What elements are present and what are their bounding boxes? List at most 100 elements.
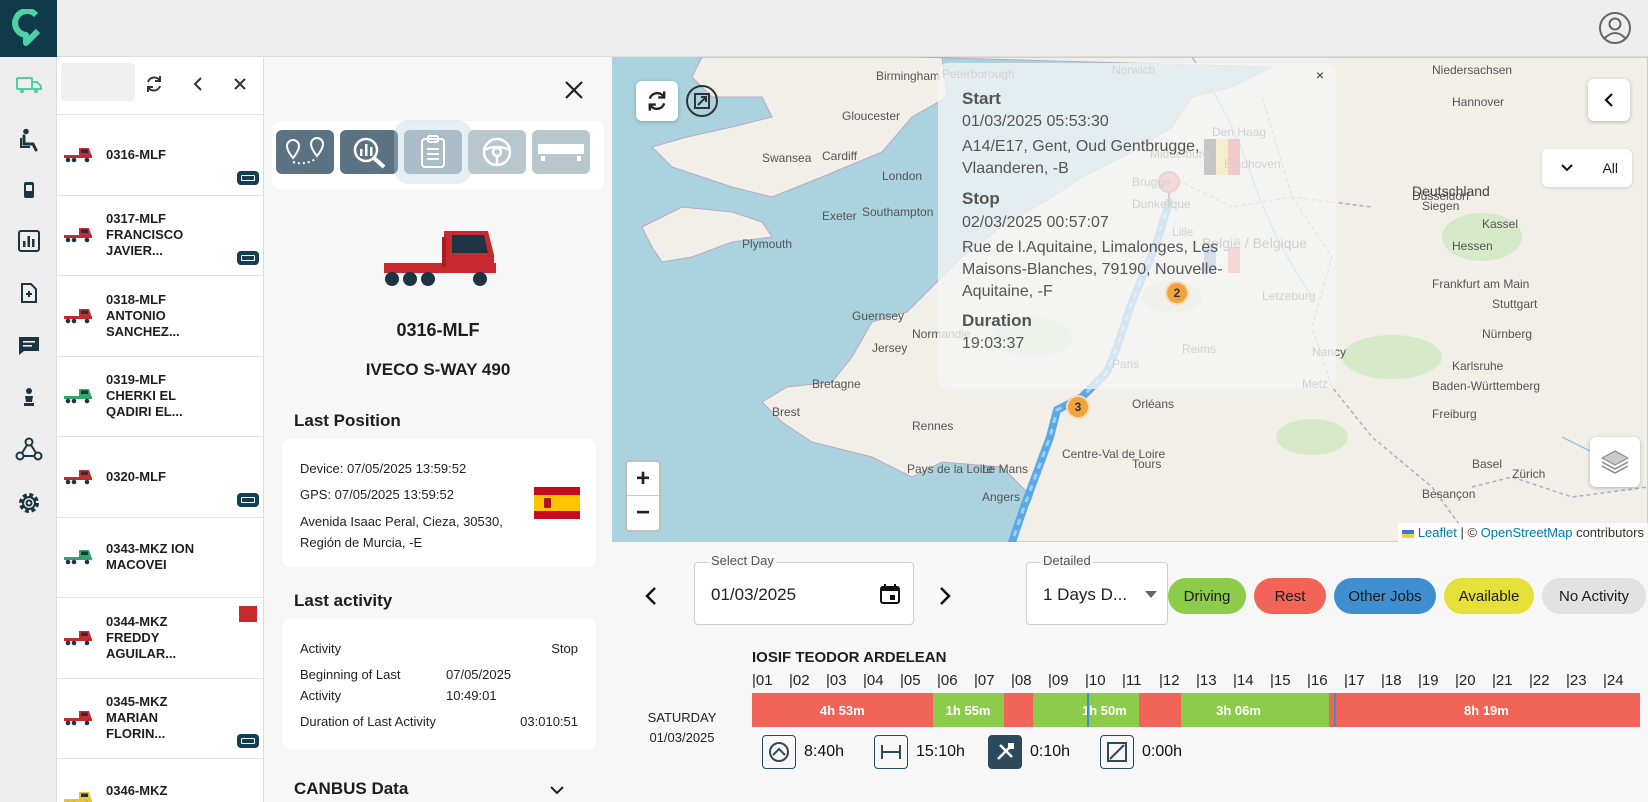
- nav-vehicles[interactable]: [0, 65, 57, 105]
- osm-link[interactable]: OpenStreetMap: [1481, 525, 1573, 540]
- vehicle-row[interactable]: 0318-MLF ANTONIO SANCHEZ...: [57, 276, 263, 357]
- close-list-button[interactable]: [227, 71, 253, 97]
- map-place-label: Guernsey: [852, 309, 905, 323]
- truck-icon: [64, 469, 92, 485]
- vehicle-search-input[interactable]: [61, 63, 135, 101]
- activity-segment[interactable]: 3h 06m: [1181, 693, 1296, 727]
- ukraine-flag-icon: [1402, 529, 1415, 538]
- map-place-label: Jersey: [872, 341, 908, 355]
- duration-value: 19:03:37: [962, 335, 1025, 352]
- vehicle-row[interactable]: 0317-MLF FRANCISCO JAVIER...: [57, 196, 263, 276]
- summary-available: 0:00h: [1100, 735, 1182, 769]
- map-panel-toggle-button[interactable]: [1588, 79, 1630, 121]
- hour-tick-label: |08: [1011, 672, 1032, 689]
- map-attribution: Leaflet | © OpenStreetMap contributors: [1398, 523, 1648, 542]
- vehicle-row[interactable]: 0316-MLF: [57, 115, 263, 196]
- legend-rest-chip[interactable]: Rest: [1254, 578, 1326, 614]
- map-view[interactable]: BirminghamPeterboroughNorwichGloucesterC…: [612, 57, 1648, 542]
- route-marker-2[interactable]: 2: [1165, 281, 1189, 305]
- vehicle-row[interactable]: 0344-MKZ FREDDY AGUILAR...: [57, 598, 263, 679]
- activity-segment[interactable]: 4h 53m: [752, 693, 933, 727]
- day-date: 01/03/2025: [649, 730, 715, 745]
- detailed-select[interactable]: Detailed 1 Days D...: [1026, 553, 1168, 625]
- truck-icon: [64, 308, 92, 324]
- nav-messages[interactable]: [0, 326, 57, 366]
- route-marker-3[interactable]: 3: [1066, 395, 1090, 419]
- app-logo[interactable]: [0, 0, 57, 57]
- vehicle-label: 0318-MLF ANTONIO SANCHEZ...: [106, 291, 180, 339]
- legend-no-activity-chip[interactable]: No Activity: [1542, 578, 1646, 614]
- zoom-in-button[interactable]: +: [627, 462, 659, 496]
- map-place-label: Hessen: [1452, 239, 1493, 253]
- legend-driving-chip[interactable]: Driving: [1168, 578, 1246, 614]
- layers-button[interactable]: [1590, 437, 1640, 487]
- zoom-out-button[interactable]: −: [627, 496, 659, 530]
- vehicle-row[interactable]: 0345-MKZ MARIAN FLORIN...: [57, 679, 263, 759]
- vehicle-row[interactable]: 0319-MLF CHERKI EL QADIRI EL...: [57, 357, 263, 437]
- stop-title: Stop: [962, 189, 1000, 208]
- legend-available-chip[interactable]: Available: [1444, 578, 1534, 614]
- vehicle-row[interactable]: 0320-MLF: [57, 437, 263, 518]
- select-day-field[interactable]: Select Day 01/03/2025: [694, 553, 914, 625]
- calendar-icon[interactable]: [879, 583, 901, 605]
- popup-close-button[interactable]: ×: [1316, 67, 1324, 83]
- nav-settings[interactable]: [0, 483, 57, 523]
- stop-address: Rue de l.Aquitaine, Limalonges, Les Mais…: [962, 239, 1223, 300]
- nav-network[interactable]: [0, 429, 57, 469]
- driving-tool-button[interactable]: [468, 130, 526, 174]
- activity-segment[interactable]: 1h 55m: [932, 693, 1004, 727]
- map-filter-value: All: [1602, 160, 1618, 176]
- analysis-tool-button[interactable]: [340, 130, 398, 174]
- vehicle-label: 0320-MLF: [106, 468, 166, 484]
- truck-icon: [64, 630, 92, 646]
- hour-tick-label: |10: [1085, 672, 1106, 689]
- vehicle-row[interactable]: 0343-MKZ ION MACOVEI: [57, 518, 263, 598]
- activity-segment[interactable]: [1138, 693, 1182, 727]
- day-name: SATURDAY: [647, 710, 717, 725]
- collapse-list-button[interactable]: [185, 71, 211, 97]
- nav-devices[interactable]: [0, 170, 57, 210]
- previous-day-button[interactable]: [640, 584, 664, 608]
- start-address: A14/E17, Gent, Oud Gentbrugge, Vlaandere…: [962, 138, 1200, 177]
- hour-tick-label: |18: [1381, 672, 1402, 689]
- user-account-icon[interactable]: [1598, 11, 1632, 45]
- nav-drivers[interactable]: [0, 120, 57, 160]
- legend-other-jobs-chip[interactable]: Other Jobs: [1334, 578, 1436, 614]
- hour-tick-label: |19: [1418, 672, 1439, 689]
- map-filter-select[interactable]: All: [1542, 149, 1632, 187]
- map-fit-button[interactable]: [684, 83, 720, 119]
- activity-segment[interactable]: 1h 50m: [1070, 693, 1139, 727]
- map-place-label: Basel: [1472, 457, 1503, 471]
- map-place-label: Pays de la Loire: [907, 462, 994, 476]
- activity-segment[interactable]: 8h 19m: [1332, 693, 1640, 727]
- nav-documents[interactable]: [0, 273, 57, 313]
- logbook-tool-button[interactable]: [404, 130, 462, 174]
- close-detail-icon[interactable]: [563, 79, 585, 101]
- refresh-list-button[interactable]: [141, 71, 167, 97]
- activity-segment[interactable]: [1295, 693, 1330, 727]
- nav-operator[interactable]: [0, 377, 57, 417]
- map-place-label: Southampton: [862, 205, 934, 219]
- start-title: Start: [962, 89, 1001, 108]
- leaflet-link[interactable]: Leaflet: [1418, 525, 1457, 540]
- chevron-down-icon[interactable]: [548, 781, 566, 799]
- vehicle-row[interactable]: 0346-MKZ BRAHIM EZ: [57, 759, 263, 802]
- detail-tool-strip: [272, 121, 604, 189]
- next-day-button[interactable]: [932, 584, 956, 608]
- nav-reports[interactable]: [0, 221, 57, 261]
- driver-name: IOSIF TEODOR ARDELEAN: [752, 649, 947, 666]
- activity-segment[interactable]: [1003, 693, 1034, 727]
- map-refresh-button[interactable]: [636, 81, 678, 121]
- hour-tick-label: |16: [1307, 672, 1328, 689]
- vehicle-list: 0316-MLF 0317-MLF FRANCISCO JAVIER... 0318…: [57, 115, 263, 802]
- select-day-label: Select Day: [709, 553, 776, 568]
- route-tool-button[interactable]: [276, 130, 334, 174]
- trailer-tool-button[interactable]: [532, 130, 590, 174]
- activity-segment[interactable]: [1033, 693, 1071, 727]
- map-place-label: Hannover: [1452, 95, 1505, 109]
- summary-rest-value: 15:10h: [916, 743, 965, 760]
- seated-driver-icon: [19, 128, 37, 152]
- tacho-badge-icon: [237, 734, 259, 748]
- map-place-label: Exeter: [822, 209, 857, 223]
- activity-bar[interactable]: 4h 53m 1h 55m 1h 50m 3h 06m 8h 19m: [752, 693, 1640, 727]
